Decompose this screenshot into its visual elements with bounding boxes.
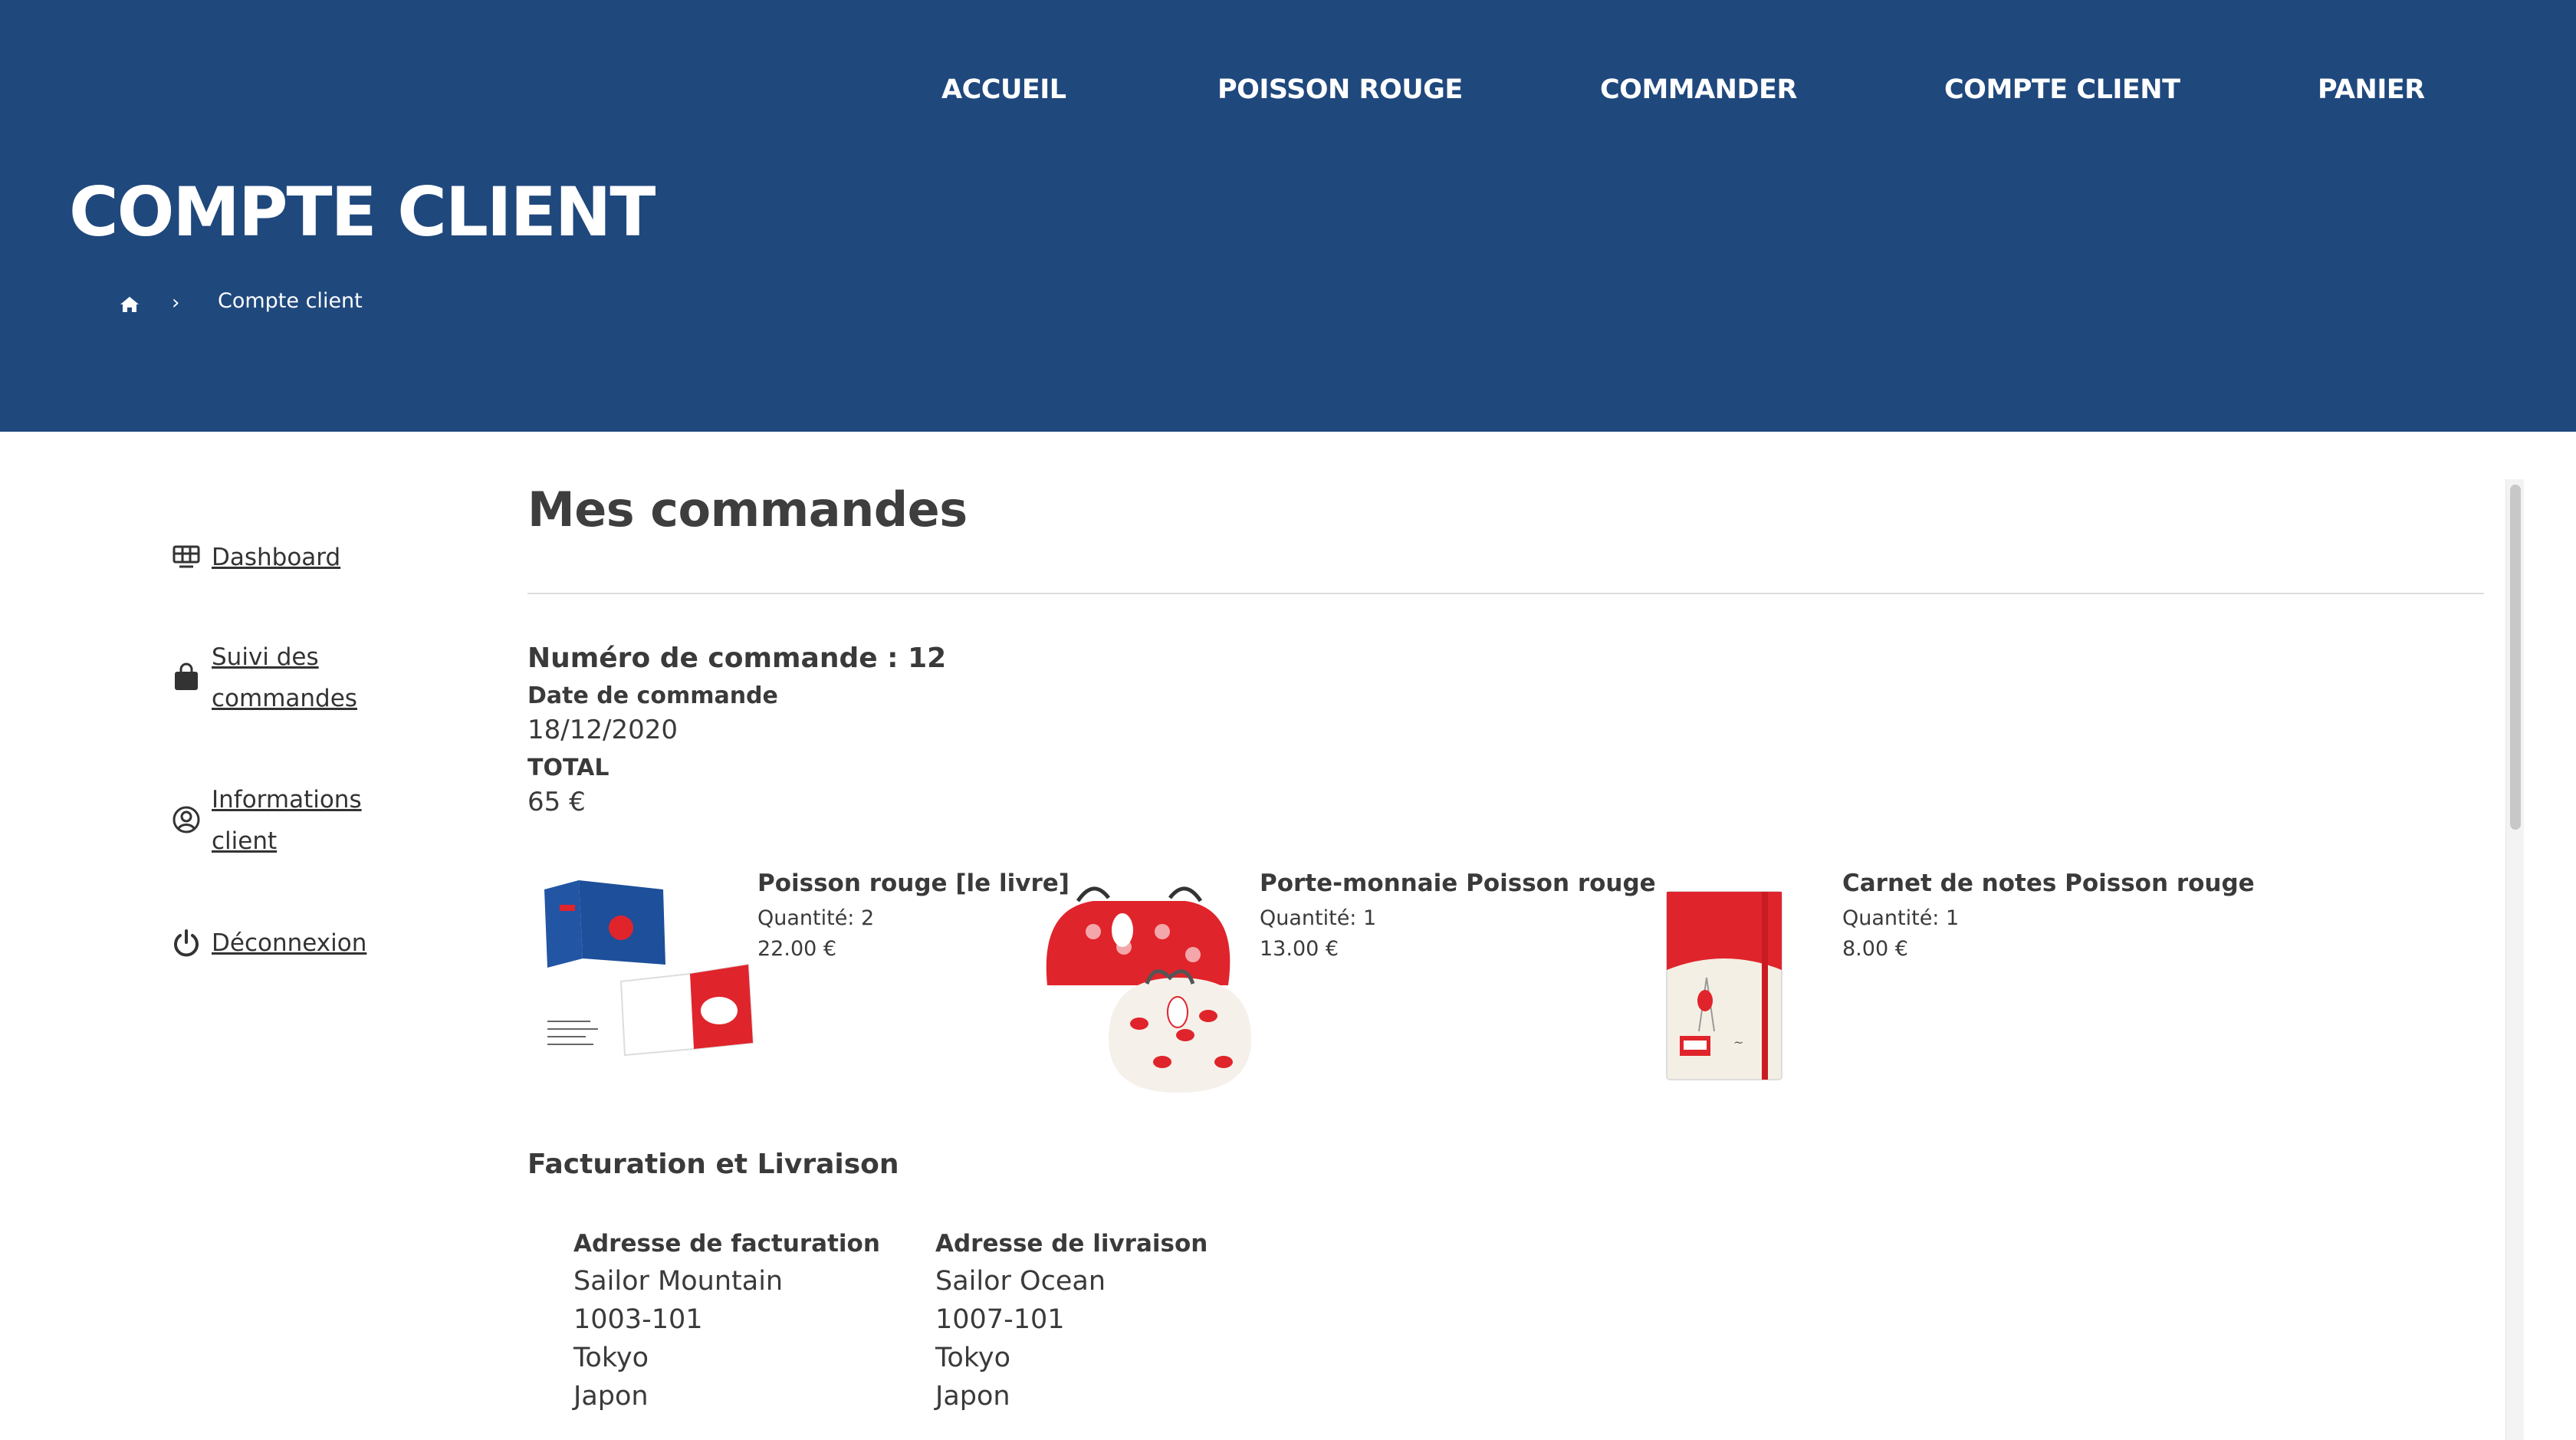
product-info: Poisson rouge [le livre] Quantité: 2 22.…: [757, 870, 1070, 965]
dashboard-icon: [172, 545, 200, 568]
sidebar-item-dashboard[interactable]: Dashboard: [172, 537, 340, 578]
address-line: Tokyo: [573, 1343, 649, 1373]
order-total-label: TOTAL: [527, 755, 610, 781]
svg-text:~: ~: [1733, 1035, 1743, 1050]
user-circle-icon: [172, 806, 200, 833]
product-info: Porte-monnaie Poisson rouge Quantité: 1 …: [1260, 870, 1656, 965]
book-image[interactable]: [537, 874, 759, 1066]
breadcrumb-separator: ›: [172, 291, 180, 314]
product-quantity: Quantité: 1: [1842, 906, 1960, 930]
order-date-label: Date de commande: [527, 682, 778, 709]
address-line: Sailor Ocean: [935, 1266, 1106, 1297]
breadcrumb-current: Compte client: [218, 289, 363, 313]
nav-item-poisson-rouge[interactable]: POISSON ROUGE: [1217, 74, 1463, 105]
nav-item-panier[interactable]: PANIER: [2318, 74, 2425, 105]
order-date: 18/12/2020: [527, 715, 678, 745]
sidebar-item-label: Suivi des commandes: [212, 643, 357, 712]
orders-title: Mes commandes: [527, 482, 968, 538]
address-line: Japon: [935, 1381, 1010, 1412]
sidebar-item-suivi-commandes[interactable]: Suivi des commandes: [172, 636, 411, 719]
nav-item-commander[interactable]: COMMANDER: [1600, 74, 1797, 105]
product-price: 13.00 €: [1260, 937, 1339, 961]
product-price: 8.00 €: [1842, 937, 1908, 961]
billing-address-title: Adresse de facturation: [573, 1230, 880, 1258]
shopping-bag-icon: [175, 662, 198, 690]
address-line: Japon: [573, 1381, 649, 1412]
product-price: 22.00 €: [757, 937, 837, 961]
shipping-address-title: Adresse de livraison: [935, 1230, 1208, 1258]
order-total: 65 €: [527, 787, 586, 817]
product-info: Carnet de notes Poisson rouge Quantité: …: [1842, 870, 2255, 965]
billing-address: Adresse de facturation Sailor Mountain 1…: [573, 1230, 880, 1415]
order-number: Numéro de commande : 12: [527, 643, 947, 674]
sidebar-item-informations-client[interactable]: Informations client: [172, 779, 396, 862]
product-quantity: Quantité: 2: [757, 906, 875, 930]
page-title: COMPTE CLIENT: [69, 173, 656, 252]
power-icon: [174, 929, 199, 957]
address-line: 1003-101: [573, 1304, 703, 1335]
sidebar-item-label: Déconnexion: [212, 929, 367, 957]
page-header: ACCUEIL POISSON ROUGE COMMANDER COMPTE C…: [0, 0, 2576, 432]
sidebar-item-label: Dashboard: [212, 544, 341, 571]
address-line: Sailor Mountain: [573, 1266, 784, 1297]
billing-shipping-title: Facturation et Livraison: [527, 1149, 899, 1180]
shipping-address: Adresse de livraison Sailor Ocean 1007-1…: [935, 1230, 1208, 1415]
home-icon[interactable]: [120, 296, 140, 313]
address-line: 1007-101: [935, 1304, 1065, 1335]
scrollbar-thumb[interactable]: [2510, 485, 2521, 830]
coin-purse-image[interactable]: [1032, 878, 1262, 1100]
divider: [527, 593, 2484, 594]
sidebar-item-label: Informations client: [212, 786, 362, 855]
product-name[interactable]: Carnet de notes Poisson rouge: [1842, 870, 2255, 897]
scrollbar[interactable]: [2505, 479, 2524, 1440]
product-name[interactable]: Poisson rouge [le livre]: [757, 870, 1070, 897]
nav-item-accueil[interactable]: ACCUEIL: [941, 74, 1066, 105]
sidebar-item-deconnexion[interactable]: Déconnexion: [172, 922, 366, 964]
address-line: Tokyo: [935, 1343, 1010, 1373]
product-quantity: Quantité: 1: [1260, 906, 1377, 930]
notebook-image[interactable]: ~: [1661, 886, 1791, 1085]
product-name[interactable]: Porte-monnaie Poisson rouge: [1260, 870, 1656, 897]
nav-item-compte-client[interactable]: COMPTE CLIENT: [1944, 74, 2180, 105]
